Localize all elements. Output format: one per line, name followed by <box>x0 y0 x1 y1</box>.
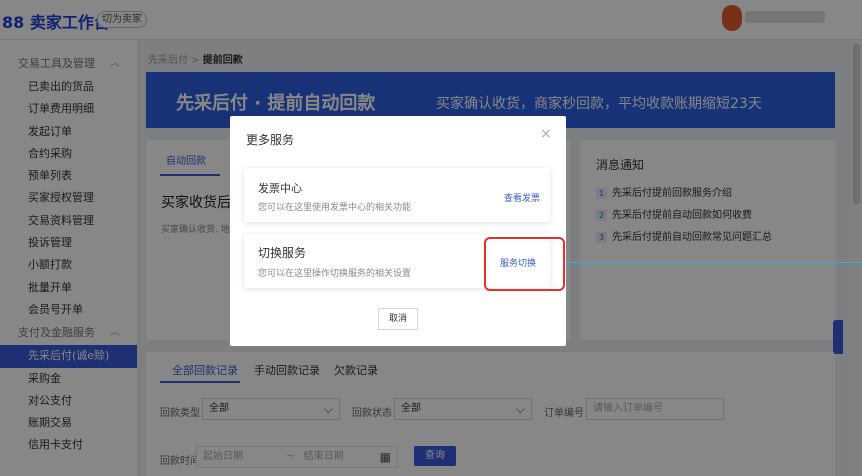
annotation-pointer-line <box>566 262 862 263</box>
more-services-modal: 更多服务 × 发票中心 您可以在这里使用发票中心的相关功能 查看发票 切换服务 … <box>230 116 566 346</box>
close-icon[interactable]: × <box>540 126 552 142</box>
service-name: 切换服务 <box>258 246 307 260</box>
annotation-highlight-box <box>484 237 565 291</box>
view-invoice-link[interactable]: 查看发票 <box>504 191 540 204</box>
service-desc: 您可以在这里操作切换服务的相关设置 <box>258 269 412 279</box>
modal-title: 更多服务 <box>246 133 295 147</box>
service-desc: 您可以在这里使用发票中心的相关功能 <box>258 203 412 213</box>
cancel-button[interactable]: 取消 <box>378 308 418 330</box>
invoice-center-card: 发票中心 您可以在这里使用发票中心的相关功能 查看发票 <box>244 168 550 222</box>
service-name: 发票中心 <box>258 182 302 195</box>
